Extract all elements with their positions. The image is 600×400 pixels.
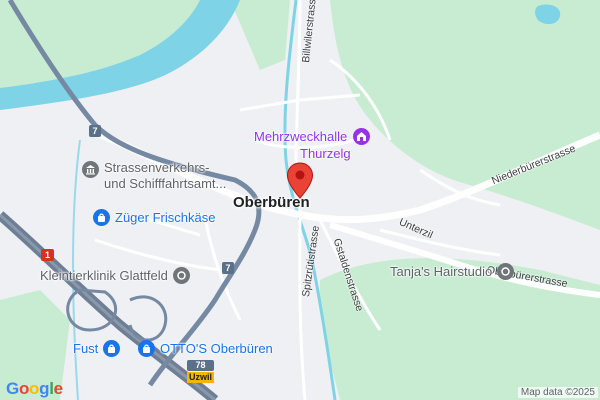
poi-zuger-frischkaese[interactable]: Züger Frischkäse [93,209,215,226]
route-7-shield: 7 [222,262,234,274]
poi-ottos[interactable]: OTTO'S Oberbüren [138,340,273,357]
motorway-1-shield: 1 [41,249,54,261]
poi-label-mehrzweckhalle[interactable]: Mehrzweckhalle Thurzelg [254,128,371,162]
government-building-icon[interactable] [82,161,99,178]
ramp-loop-east [128,295,168,342]
shopping-bag-icon[interactable] [93,209,110,226]
logo-letter: g [39,379,50,398]
poi-ottos-label: OTTO'S Oberbüren [160,341,273,356]
logo-letter: o [18,379,30,398]
shopping-bag-icon[interactable] [103,340,121,357]
venue-icon[interactable] [353,128,371,145]
green-area-north-strip [230,0,290,70]
exit-name: Uzwil [187,372,215,383]
google-logo[interactable]: Google [6,379,63,399]
poi-zuger-label: Züger Frischkäse [115,210,216,225]
exit-78-sign: 78 Uzwil [187,360,215,383]
poi-strassenverkehr-line1: Strassenverkehrs- [104,160,210,175]
pin-circle-icon[interactable] [497,263,515,280]
poi-fust-label: Fust [73,341,99,356]
poi-strassenverkehr-line2: und Schifffahrtsamt... [104,176,227,191]
poi-mehrzweckhalle-line1: Mehrzweckhalle [254,129,348,144]
logo-letter: o [29,379,40,398]
poi-tanjas-hairstudio[interactable]: Tanja's Hairstudio [390,263,515,280]
poi-fust[interactable]: Fust [73,340,121,357]
poi-strassenverkehrsamt[interactable]: Strassenverkehrs- und Schifffahrtsamt... [82,160,226,192]
logo-letter: G [6,379,19,398]
shopping-bag-icon[interactable] [138,340,155,357]
map-canvas[interactable]: Billwilerstrasse Niederbürerstrasse Ober… [0,0,600,400]
route-7-shield: 7 [89,125,101,137]
logo-letter: e [53,379,63,398]
location-marker-icon[interactable] [286,162,314,205]
poi-mehrzweckhalle-line2: Thurzelg [300,146,351,161]
poi-kleintierklinik[interactable]: Kleintierklinik Glattfeld [40,267,190,284]
exit-number: 78 [187,360,215,371]
map-attribution[interactable]: Map data ©2025 [517,387,598,398]
poi-tanja-label: Tanja's Hairstudio [390,264,493,279]
poi-kleintierklinik-label: Kleintierklinik Glattfeld [40,268,168,283]
pin-circle-icon[interactable] [172,267,190,284]
